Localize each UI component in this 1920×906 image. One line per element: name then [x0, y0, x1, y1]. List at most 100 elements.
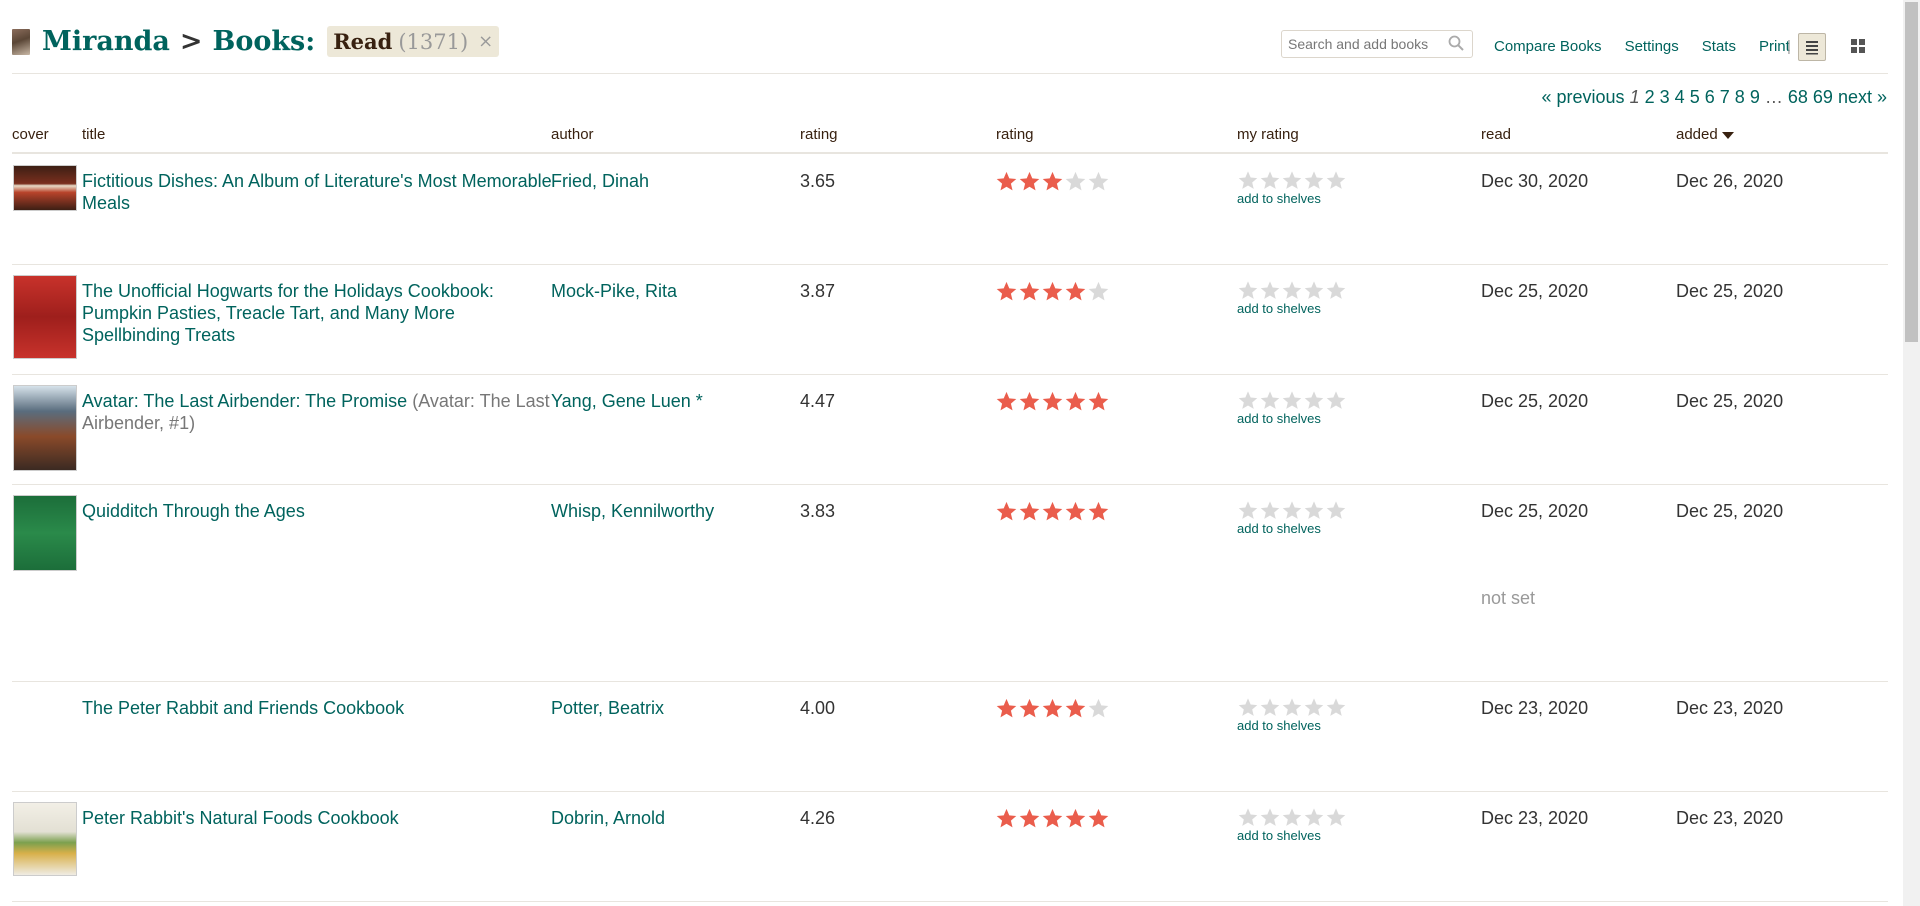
star-empty-icon[interactable] — [1325, 500, 1347, 520]
add-to-shelves-link[interactable]: add to shelves — [1237, 188, 1347, 210]
column-header-read[interactable]: read — [1481, 126, 1511, 143]
search-icon[interactable] — [1448, 35, 1464, 51]
star-filled-icon — [1042, 281, 1063, 301]
star-empty-icon[interactable] — [1237, 280, 1259, 300]
star-empty-icon[interactable] — [1325, 170, 1347, 190]
star-empty-icon[interactable] — [1303, 697, 1325, 717]
my-rating-stars[interactable] — [1237, 170, 1347, 190]
author-link[interactable]: Dobrin, Arnold — [551, 808, 665, 828]
column-header-my-rating[interactable]: my rating — [1237, 126, 1299, 143]
column-header-title[interactable]: title — [82, 126, 105, 143]
star-empty-icon[interactable] — [1281, 697, 1303, 717]
author-link[interactable]: Mock-Pike, Rita — [551, 281, 677, 301]
book-title-link[interactable]: Quidditch Through the Ages — [82, 501, 305, 521]
sort-desc-icon — [1721, 131, 1734, 139]
add-to-shelves-link[interactable]: add to shelves — [1237, 298, 1347, 320]
my-rating-stars[interactable] — [1237, 807, 1347, 827]
next-page-link[interactable]: next » — [1838, 87, 1887, 107]
add-to-shelves-link[interactable]: add to shelves — [1237, 825, 1347, 847]
star-empty-icon[interactable] — [1237, 170, 1259, 190]
star-empty-icon[interactable] — [1237, 390, 1259, 410]
scrollbar-thumb[interactable] — [1905, 2, 1918, 342]
page-link[interactable]: 2 — [1645, 87, 1655, 107]
star-empty-icon[interactable] — [1237, 807, 1259, 827]
my-rating-stars[interactable] — [1237, 390, 1347, 410]
settings-link[interactable]: Settings — [1625, 38, 1679, 55]
book-cover[interactable] — [14, 276, 76, 358]
page-link[interactable]: 6 — [1705, 87, 1715, 107]
my-rating-cell: add to shelves — [1237, 807, 1347, 847]
star-empty-icon[interactable] — [1281, 170, 1303, 190]
book-cover[interactable] — [14, 166, 76, 210]
print-link[interactable]: Print — [1759, 38, 1790, 55]
author-link[interactable]: Whisp, Kennilworthy — [551, 501, 714, 521]
star-empty-icon[interactable] — [1259, 500, 1281, 520]
add-to-shelves-link[interactable]: add to shelves — [1237, 518, 1347, 540]
book-title-link[interactable]: Peter Rabbit's Natural Foods Cookbook — [82, 808, 399, 828]
column-header-rating[interactable]: rating — [996, 126, 1034, 143]
star-empty-icon[interactable] — [1259, 807, 1281, 827]
my-rating-stars[interactable] — [1237, 280, 1347, 300]
star-empty-icon[interactable] — [1303, 170, 1325, 190]
page-link[interactable]: 3 — [1660, 87, 1670, 107]
page-link[interactable]: 69 — [1813, 87, 1833, 107]
list-view-button[interactable] — [1798, 33, 1826, 61]
book-cover[interactable] — [14, 496, 76, 570]
author-link[interactable]: Potter, Beatrix — [551, 698, 664, 718]
star-empty-icon[interactable] — [1281, 390, 1303, 410]
user-link[interactable]: Miranda — [42, 26, 170, 57]
book-title-link[interactable]: The Unofficial Hogwarts for the Holidays… — [82, 281, 494, 345]
search-input[interactable] — [1282, 31, 1454, 57]
compare-books-link[interactable]: Compare Books — [1494, 38, 1602, 55]
star-empty-icon[interactable] — [1259, 170, 1281, 190]
star-empty-icon[interactable] — [1259, 280, 1281, 300]
star-empty-icon[interactable] — [1325, 807, 1347, 827]
page-link[interactable]: 8 — [1735, 87, 1745, 107]
star-empty-icon[interactable] — [1303, 807, 1325, 827]
my-rating-stars[interactable] — [1237, 697, 1347, 717]
book-title-link[interactable]: Fictitious Dishes: An Album of Literatur… — [82, 171, 552, 213]
page-link[interactable]: 7 — [1720, 87, 1730, 107]
page-link[interactable]: 5 — [1690, 87, 1700, 107]
toplinks-divider: | — [1787, 38, 1791, 55]
star-empty-icon[interactable] — [1281, 807, 1303, 827]
add-to-shelves-link[interactable]: add to shelves — [1237, 408, 1347, 430]
column-header-added[interactable]: added — [1676, 126, 1734, 143]
star-empty-icon[interactable] — [1325, 697, 1347, 717]
add-to-shelves-link[interactable]: add to shelves — [1237, 715, 1347, 737]
star-empty-icon[interactable] — [1303, 390, 1325, 410]
book-title-link[interactable]: Avatar: The Last Airbender: The Promise — [82, 391, 407, 411]
star-empty-icon[interactable] — [1303, 280, 1325, 300]
book-cover[interactable] — [14, 386, 76, 470]
grid-view-button[interactable] — [1844, 33, 1872, 61]
books-link[interactable]: Books: — [213, 26, 316, 57]
page-link[interactable]: 4 — [1675, 87, 1685, 107]
star-empty-icon[interactable] — [1281, 500, 1303, 520]
star-empty-icon[interactable] — [1303, 500, 1325, 520]
star-empty-icon[interactable] — [1281, 280, 1303, 300]
book-title-link[interactable]: The Peter Rabbit and Friends Cookbook — [82, 698, 404, 718]
previous-page-link[interactable]: « previous — [1541, 87, 1624, 107]
star-filled-icon — [1042, 171, 1063, 191]
star-empty-icon[interactable] — [1259, 390, 1281, 410]
star-empty-icon[interactable] — [1237, 500, 1259, 520]
column-header-author[interactable]: author — [551, 126, 594, 143]
book-cover[interactable] — [14, 803, 76, 875]
star-empty-icon[interactable] — [1325, 390, 1347, 410]
avatar[interactable] — [12, 28, 30, 55]
rating-stars — [995, 170, 1110, 192]
author-link[interactable]: Fried, Dinah — [551, 171, 649, 191]
stats-link[interactable]: Stats — [1702, 38, 1736, 55]
scrollbar[interactable] — [1903, 0, 1920, 906]
column-header-avg-rating[interactable]: rating — [800, 126, 838, 143]
page-link[interactable]: 68 — [1788, 87, 1808, 107]
star-empty-icon[interactable] — [1237, 697, 1259, 717]
author-link[interactable]: Yang, Gene Luen * — [551, 391, 703, 411]
star-empty-icon[interactable] — [1259, 697, 1281, 717]
star-empty-icon[interactable] — [1325, 280, 1347, 300]
my-rating-stars[interactable] — [1237, 500, 1347, 520]
date-added: Dec 26, 2020 — [1676, 171, 1784, 191]
page-link[interactable]: 9 — [1750, 87, 1760, 107]
date-read-not-set: not set — [1481, 588, 1536, 608]
clear-shelf-filter-button[interactable]: × — [478, 31, 493, 52]
